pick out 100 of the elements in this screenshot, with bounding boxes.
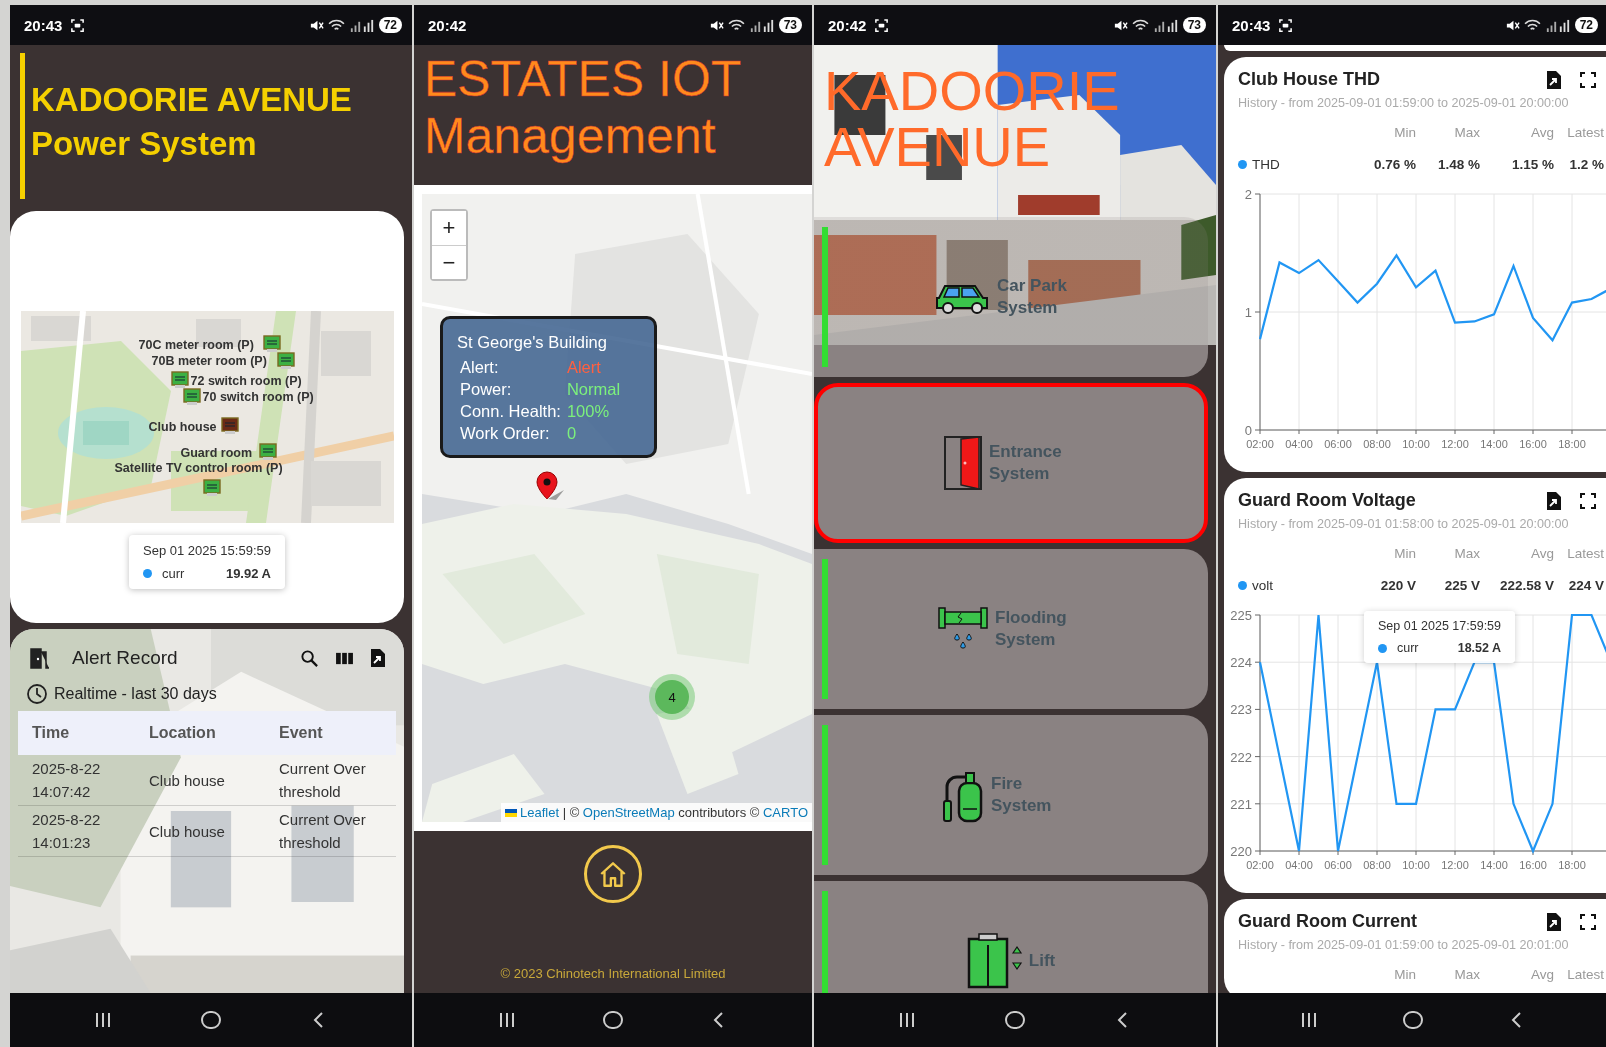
popup-title: St George's Building (457, 333, 608, 352)
attribution-text: contributors © (677, 805, 761, 820)
stat-value: 220 V (1379, 577, 1416, 593)
axis-label: 18:00 (1558, 859, 1586, 871)
axis-label: 14:00 (1480, 438, 1508, 450)
axis-label: 10:00 (1402, 859, 1430, 871)
stat-value: 1.15 % (1510, 156, 1554, 172)
home-icon[interactable] (602, 1009, 624, 1031)
export-icon[interactable] (1546, 911, 1562, 932)
card-title: Guard Room Voltage (1238, 490, 1416, 511)
popup-label: Alert: (460, 358, 500, 377)
meter-icon[interactable] (276, 352, 295, 370)
door-icon (28, 647, 50, 669)
table-cell-text: Current Over threshold (279, 810, 367, 853)
stat-value: 225 V (1443, 577, 1480, 593)
export-icon[interactable] (370, 648, 386, 668)
zoom-out-button[interactable]: − (432, 245, 466, 279)
stat-value: 224 V (1567, 577, 1604, 593)
fullscreen-icon[interactable] (1580, 913, 1596, 930)
tooltip-time: Sep 01 2025 17:59:59 (1378, 619, 1502, 633)
axis-label: 12:00 (1441, 859, 1469, 871)
axis-label: 221 (1230, 796, 1252, 812)
column-header: Min (1393, 124, 1416, 140)
legend-dot (143, 569, 152, 578)
map-label: 72 switch room (P) (190, 375, 302, 388)
map-label: Club house (148, 421, 217, 434)
column-header[interactable]: Time (32, 724, 149, 742)
clock-time: 20:42 (428, 16, 467, 34)
axis-label: 220 (1230, 844, 1252, 859)
wifi-icon (1523, 18, 1541, 32)
search-icon[interactable] (300, 648, 319, 668)
home-icon[interactable] (1004, 1009, 1026, 1031)
column-header: Max (1453, 124, 1480, 140)
axis-label: 225 (1230, 608, 1252, 623)
tooltip-value: 18.52 A (1456, 641, 1502, 655)
home-icon[interactable] (200, 1009, 222, 1031)
tooltip-series: curr (1397, 641, 1419, 655)
meter-icon[interactable] (182, 388, 201, 406)
axis-label: 18:00 (1558, 438, 1586, 450)
stat-value: 1.2 % (1568, 156, 1604, 172)
attribution-link[interactable]: CARTO (762, 805, 808, 820)
wifi-icon (727, 18, 745, 32)
time-range: Realtime - last 30 days (54, 685, 217, 703)
attribution-link[interactable]: Leaflet (520, 805, 560, 820)
axis-label: 08:00 (1363, 859, 1391, 871)
axis-label: 02:00 (1246, 438, 1274, 450)
map-label: 70 switch room (P) (202, 391, 314, 404)
system-card[interactable]: Car Park System (814, 217, 1208, 377)
clock-time: 20:43 (24, 16, 63, 34)
axis-label: 2 (1244, 187, 1252, 202)
door-icon (943, 435, 983, 491)
column-header: Latest (1566, 545, 1604, 561)
column-header: Avg (1529, 124, 1554, 140)
signal-icon (1152, 18, 1179, 32)
legend-dot (1378, 643, 1387, 653)
meter-icon[interactable] (262, 335, 281, 353)
column-header[interactable]: Location (149, 724, 279, 742)
column-header: Max (1453, 545, 1480, 561)
columns-icon[interactable] (335, 650, 354, 666)
tooltip-value: 19.92 A (224, 566, 271, 581)
column-header: Min (1393, 545, 1416, 561)
tooltip-series: curr (162, 566, 185, 581)
page-title: ESTATES IOT Management (423, 50, 742, 166)
signal-icon (348, 18, 375, 32)
meter-icon[interactable] (170, 371, 189, 389)
cluster-marker[interactable]: 4 (649, 674, 695, 720)
meter-icon[interactable] (220, 417, 239, 435)
wifi-icon (1131, 18, 1149, 32)
column-header[interactable]: Event (279, 724, 382, 742)
map-label: 70B meter room (P) (151, 355, 267, 368)
popup-label: Conn. Health: (460, 402, 561, 421)
map-label: Satellite TV control room (P) (114, 462, 283, 475)
popup-value: 100% (566, 402, 611, 421)
map-label: 70C meter room (P) (138, 339, 254, 352)
attribution-link[interactable]: OpenStreetMap (582, 805, 675, 820)
popup-value: Normal (566, 380, 622, 399)
axis-label: 224 (1230, 655, 1252, 671)
axis-label: 16:00 (1519, 438, 1547, 450)
clock-icon (26, 683, 48, 705)
export-icon[interactable] (1546, 490, 1562, 511)
home-icon[interactable] (1402, 1009, 1424, 1031)
popup-value: Alert (566, 358, 602, 377)
wifi-icon (327, 18, 345, 32)
axis-label: 04:00 (1285, 859, 1313, 871)
axis-label: 16:00 (1519, 859, 1547, 871)
export-icon[interactable] (1546, 69, 1562, 90)
card-subtitle: History - from 2025-09-01 01:58:00 to 2025-09-01 20:00:00 (1238, 517, 1570, 531)
home-button[interactable] (584, 845, 642, 903)
column-header: Avg (1529, 966, 1554, 982)
signal-icon (748, 18, 775, 32)
fullscreen-icon[interactable] (1580, 71, 1596, 88)
battery-level: 73 (778, 17, 802, 33)
card-subtitle: History - from 2025-09-01 01:59:00 to 2025-09-01 20:01:00 (1238, 938, 1570, 952)
axis-label: 08:00 (1363, 438, 1391, 450)
map-label: Guard room (180, 447, 253, 460)
fullscreen-icon[interactable] (1580, 492, 1596, 509)
popup-label: Power: (460, 380, 513, 399)
table-cell-text: Club house (149, 770, 226, 791)
column-header: Latest (1566, 966, 1604, 982)
axis-label: 04:00 (1285, 438, 1313, 450)
